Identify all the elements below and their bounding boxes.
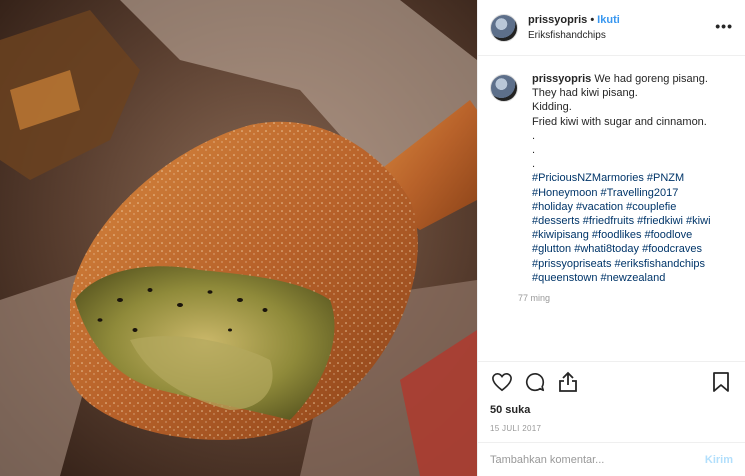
- post-comment-button[interactable]: Kirim: [705, 454, 733, 466]
- header-text: prissyopris • Ikuti Eriksfishandchips: [528, 13, 620, 43]
- author-avatar[interactable]: [490, 13, 518, 42]
- share-icon[interactable]: [556, 370, 580, 394]
- heart-icon[interactable]: [490, 370, 514, 394]
- bookmark-icon[interactable]: [709, 370, 733, 394]
- caption-hashtags[interactable]: #PriciousNZMarmories #PNZM #Honeymoon #T…: [532, 172, 711, 283]
- add-comment-bar: Kirim: [478, 442, 745, 476]
- caption-username[interactable]: prissyopris: [532, 73, 591, 85]
- likes-count[interactable]: 50 suka: [490, 404, 733, 416]
- location-link[interactable]: Eriksfishandchips: [528, 28, 620, 43]
- action-bar: 50 suka 15 JULI 2017: [478, 361, 745, 433]
- caption-block: prissyopris We had goreng pisang. They h…: [518, 72, 737, 361]
- post-date: 15 JULI 2017: [490, 424, 542, 433]
- food-photo-image: [0, 0, 477, 476]
- author-username[interactable]: prissyopris: [528, 14, 587, 26]
- post-side-panel: prissyopris • Ikuti Eriksfishandchips ••• …: [477, 0, 745, 476]
- separator-dot: •: [590, 13, 595, 26]
- comment-input[interactable]: [490, 453, 705, 466]
- post-photo: [0, 0, 477, 476]
- caption-text: prissyopris We had goreng pisang. They h…: [532, 72, 737, 285]
- caption-time: 77 ming: [518, 293, 551, 304]
- follow-button[interactable]: Ikuti: [597, 14, 620, 26]
- caption-body: We had goreng pisang. They had kiwi pisa…: [532, 73, 708, 171]
- post-header: prissyopris • Ikuti Eriksfishandchips •••: [478, 0, 745, 56]
- more-dots-icon[interactable]: •••: [715, 18, 733, 34]
- action-icons: [490, 370, 733, 394]
- comments-section: prissyopris We had goreng pisang. They h…: [478, 56, 745, 361]
- caption-avatar[interactable]: [490, 74, 518, 102]
- header-line: prissyopris • Ikuti: [528, 13, 620, 28]
- comment-icon[interactable]: [523, 370, 547, 394]
